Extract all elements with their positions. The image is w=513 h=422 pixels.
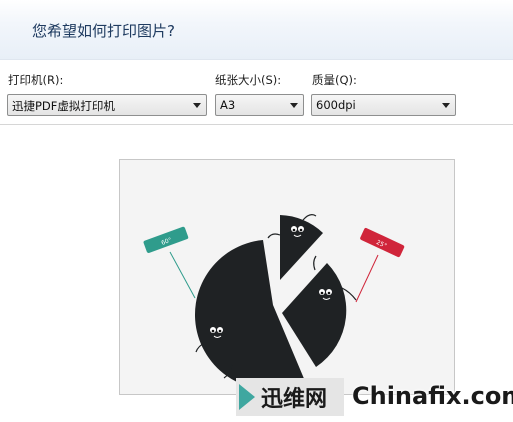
chevron-down-icon [290, 103, 298, 108]
green-sign: 60° [143, 226, 189, 253]
watermark: 迅维网 Chinafix.com [236, 378, 513, 416]
arrow-icon [239, 384, 255, 410]
quality-select-value: 600dpi [316, 98, 356, 112]
printer-select-value: 迅捷PDF虚拟打印机 [12, 99, 115, 113]
watermark-cn: 迅维网 [261, 387, 328, 412]
watermark-logo: 迅维网 [236, 378, 344, 416]
dialog-header: 您希望如何打印图片? [0, 0, 513, 60]
pie-chart-illustration: 60° 25° [143, 214, 405, 390]
separator [0, 124, 513, 125]
printer-label: 打印机(R): [8, 73, 64, 87]
quality-label: 质量(Q): [312, 73, 357, 87]
dialog-title: 您希望如何打印图片? [32, 22, 175, 40]
quality-select[interactable]: 600dpi [311, 94, 456, 116]
watermark-en: Chinafix.com [352, 382, 513, 410]
printer-select[interactable]: 迅捷PDF虚拟打印机 [7, 94, 207, 116]
paper-size-label: 纸张大小(S): [215, 73, 282, 87]
paper-size-select[interactable]: A3 [215, 94, 304, 116]
red-sign: 25° [360, 228, 405, 258]
paper-size-select-value: A3 [220, 98, 236, 112]
pie-slice-top [280, 215, 323, 280]
print-preview: 60° 25° [119, 159, 455, 395]
chevron-down-icon [442, 103, 450, 108]
chevron-down-icon [193, 103, 201, 108]
